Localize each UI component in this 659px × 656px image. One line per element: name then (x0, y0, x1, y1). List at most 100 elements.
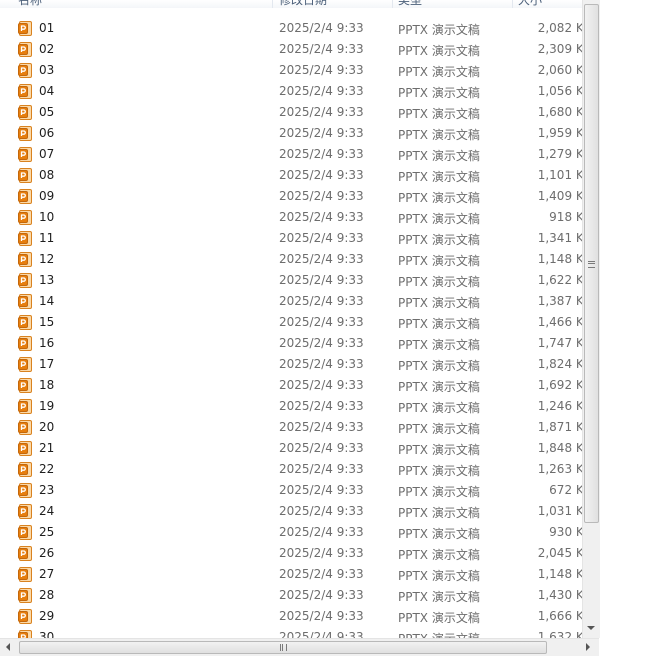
file-row[interactable]: 25 2025/2/4 9:33 PPTX 演示文稿 930 KB (0, 522, 582, 543)
file-row[interactable]: 17 2025/2/4 9:33 PPTX 演示文稿 1,824 KB (0, 354, 582, 375)
file-size-cell: 1,959 KB (500, 123, 582, 144)
file-size-cell: 1,148 KB (500, 564, 582, 585)
file-modified-date: 2025/2/4 9:33 (279, 231, 364, 245)
file-name: 05 (39, 105, 55, 119)
column-header-size[interactable]: 大小 (518, 0, 542, 8)
file-row[interactable]: 14 2025/2/4 9:33 PPTX 演示文稿 1,387 KB (0, 291, 582, 312)
pptx-file-icon (18, 588, 32, 603)
file-type: PPTX 演示文稿 (398, 275, 480, 289)
file-type: PPTX 演示文稿 (398, 338, 480, 352)
file-row[interactable]: 10 2025/2/4 9:33 PPTX 演示文稿 918 KB (0, 207, 582, 228)
file-row[interactable]: 15 2025/2/4 9:33 PPTX 演示文稿 1,466 KB (0, 312, 582, 333)
pptx-file-icon (18, 168, 32, 183)
file-row[interactable]: 13 2025/2/4 9:33 PPTX 演示文稿 1,622 KB (0, 270, 582, 291)
file-type: PPTX 演示文稿 (398, 254, 480, 268)
file-size-cell: 2,045 KB (500, 543, 582, 564)
scroll-right-arrow-icon[interactable] (586, 643, 590, 651)
file-size-cell: 2,309 KB (500, 39, 582, 60)
file-modified-date: 2025/2/4 9:33 (279, 210, 364, 224)
file-name: 18 (39, 378, 55, 392)
file-modified-date: 2025/2/4 9:33 (279, 252, 364, 266)
file-row[interactable]: 01 2025/2/4 9:33 PPTX 演示文稿 2,082 KB (0, 18, 582, 39)
file-type: PPTX 演示文稿 (398, 86, 480, 100)
file-row[interactable]: 21 2025/2/4 9:33 PPTX 演示文稿 1,848 KB (0, 438, 582, 459)
file-row[interactable]: 30 2025/2/4 9:33 PPTX 演示文稿 1,632 KB (0, 627, 582, 638)
column-header-type[interactable]: 类型 (398, 0, 422, 8)
file-modified-date: 2025/2/4 9:33 (279, 546, 364, 560)
file-row[interactable]: 20 2025/2/4 9:33 PPTX 演示文稿 1,871 KB (0, 417, 582, 438)
file-row[interactable]: 28 2025/2/4 9:33 PPTX 演示文稿 1,430 KB (0, 585, 582, 606)
file-type: PPTX 演示文稿 (398, 191, 480, 205)
horizontal-scrollbar[interactable] (0, 638, 599, 656)
file-name: 24 (39, 504, 55, 518)
file-size-cell: 1,747 KB (500, 333, 582, 354)
file-size: 1,430 KB (537, 588, 582, 602)
file-row[interactable]: 08 2025/2/4 9:33 PPTX 演示文稿 1,101 KB (0, 165, 582, 186)
file-size: 2,309 KB (537, 42, 582, 56)
scroll-down-arrow-icon[interactable] (587, 626, 595, 630)
file-row[interactable]: 24 2025/2/4 9:33 PPTX 演示文稿 1,031 KB (0, 501, 582, 522)
file-modified-date: 2025/2/4 9:33 (279, 525, 364, 539)
scroll-left-arrow-icon[interactable] (6, 643, 10, 651)
column-divider[interactable] (272, 0, 273, 8)
file-row[interactable]: 27 2025/2/4 9:33 PPTX 演示文稿 1,148 KB (0, 564, 582, 585)
pptx-file-icon (18, 42, 32, 57)
file-size-cell: 2,082 KB (500, 18, 582, 39)
file-name: 10 (39, 210, 55, 224)
column-divider[interactable] (512, 0, 513, 8)
scroll-grip-icon (280, 644, 287, 651)
file-modified-date: 2025/2/4 9:33 (279, 357, 364, 371)
file-row[interactable]: 02 2025/2/4 9:33 PPTX 演示文稿 2,309 KB (0, 39, 582, 60)
pptx-file-icon (18, 189, 32, 204)
column-header-name[interactable]: 名称 (18, 0, 42, 8)
file-row[interactable]: 26 2025/2/4 9:33 PPTX 演示文稿 2,045 KB (0, 543, 582, 564)
file-size-cell: 1,031 KB (500, 501, 582, 522)
file-size-cell: 1,848 KB (500, 438, 582, 459)
file-size: 1,031 KB (537, 504, 582, 518)
file-modified-date: 2025/2/4 9:33 (279, 273, 364, 287)
file-row[interactable]: 06 2025/2/4 9:33 PPTX 演示文稿 1,959 KB (0, 123, 582, 144)
column-header-date[interactable]: 修改日期 (279, 0, 327, 8)
horizontal-scroll-thumb[interactable] (19, 641, 547, 654)
file-row[interactable]: 16 2025/2/4 9:33 PPTX 演示文稿 1,747 KB (0, 333, 582, 354)
file-modified-date: 2025/2/4 9:33 (279, 294, 364, 308)
file-row[interactable]: 29 2025/2/4 9:33 PPTX 演示文稿 1,666 KB (0, 606, 582, 627)
file-row[interactable]: 18 2025/2/4 9:33 PPTX 演示文稿 1,692 KB (0, 375, 582, 396)
file-row[interactable]: 19 2025/2/4 9:33 PPTX 演示文稿 1,246 KB (0, 396, 582, 417)
vertical-scroll-thumb[interactable] (584, 4, 599, 523)
file-row[interactable]: 09 2025/2/4 9:33 PPTX 演示文稿 1,409 KB (0, 186, 582, 207)
file-row[interactable]: 03 2025/2/4 9:33 PPTX 演示文稿 2,060 KB (0, 60, 582, 81)
file-modified-date: 2025/2/4 9:33 (279, 420, 364, 434)
pptx-file-icon (18, 420, 32, 435)
file-row[interactable]: 04 2025/2/4 9:33 PPTX 演示文稿 1,056 KB (0, 81, 582, 102)
file-row[interactable]: 12 2025/2/4 9:33 PPTX 演示文稿 1,148 KB (0, 249, 582, 270)
file-size: 1,387 KB (537, 294, 582, 308)
file-type: PPTX 演示文稿 (398, 44, 480, 58)
file-row[interactable]: 05 2025/2/4 9:33 PPTX 演示文稿 1,680 KB (0, 102, 582, 123)
file-modified-date: 2025/2/4 9:33 (279, 378, 364, 392)
file-name: 27 (39, 567, 55, 581)
file-type: PPTX 演示文稿 (398, 527, 480, 541)
file-size-cell: 1,466 KB (500, 312, 582, 333)
file-modified-date: 2025/2/4 9:33 (279, 504, 364, 518)
file-modified-date: 2025/2/4 9:33 (279, 441, 364, 455)
file-modified-date: 2025/2/4 9:33 (279, 399, 364, 413)
file-modified-date: 2025/2/4 9:33 (279, 21, 364, 35)
file-size: 1,263 KB (537, 462, 582, 476)
column-divider[interactable] (392, 0, 393, 8)
file-name: 21 (39, 441, 55, 455)
file-row[interactable]: 22 2025/2/4 9:33 PPTX 演示文稿 1,263 KB (0, 459, 582, 480)
file-row[interactable]: 23 2025/2/4 9:33 PPTX 演示文稿 672 KB (0, 480, 582, 501)
file-size: 1,848 KB (537, 441, 582, 455)
file-modified-date: 2025/2/4 9:33 (279, 84, 364, 98)
file-size-cell: 1,263 KB (500, 459, 582, 480)
file-size: 1,246 KB (537, 399, 582, 413)
file-name: 29 (39, 609, 55, 623)
vertical-scrollbar[interactable] (582, 0, 600, 638)
file-modified-date: 2025/2/4 9:33 (279, 105, 364, 119)
file-row[interactable]: 07 2025/2/4 9:33 PPTX 演示文稿 1,279 KB (0, 144, 582, 165)
file-type: PPTX 演示文稿 (398, 548, 480, 562)
file-type: PPTX 演示文稿 (398, 296, 480, 310)
file-size: 1,341 KB (537, 231, 582, 245)
file-row[interactable]: 11 2025/2/4 9:33 PPTX 演示文稿 1,341 KB (0, 228, 582, 249)
